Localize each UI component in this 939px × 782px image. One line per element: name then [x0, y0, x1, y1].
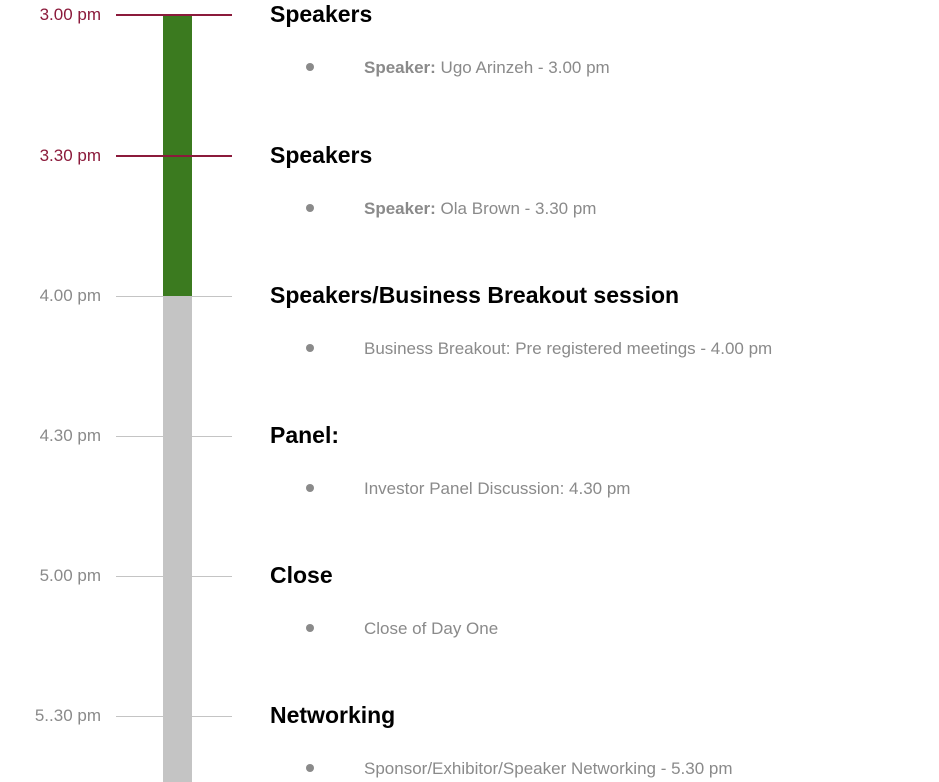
- time-tick: [116, 576, 232, 577]
- time-label: 4.30 pm: [39, 426, 101, 445]
- session-title: Speakers/Business Breakout session: [270, 282, 680, 308]
- bullet-icon: [306, 483, 314, 492]
- session-item: Business Breakout: Pre registered meetin…: [306, 338, 772, 360]
- session-item-text: Ugo Arinzeh - 3.00 pm: [435, 58, 610, 77]
- time-tick: [116, 296, 232, 297]
- session-item-text: Close of Day One: [364, 619, 499, 638]
- session-item-text: Investor Panel Discussion: 4.30 pm: [364, 479, 631, 498]
- timeline-track: [163, 296, 192, 782]
- time-label: 3.00 pm: [39, 5, 101, 24]
- bullet-icon: [306, 62, 314, 71]
- session-item-text: Business Breakout: Pre registered meetin…: [364, 339, 773, 358]
- session-item-prefix: Speaker:: [364, 58, 436, 77]
- session-item: Speaker: Ugo Arinzeh - 3.00 pm: [306, 57, 610, 79]
- time-label: 5..30 pm: [34, 706, 101, 725]
- session-item: Sponsor/Exhibitor/Speaker Networking - 5…: [306, 758, 733, 780]
- session-item: Speaker: Ola Brown - 3.30 pm: [306, 198, 596, 220]
- time-tick: [116, 155, 232, 157]
- session-item-prefix: Speaker:: [364, 199, 436, 218]
- agenda-timeline: 3.00 pm Speakers Speaker: Ugo Arinzeh - …: [0, 0, 939, 782]
- time-label: 4.00 pm: [39, 286, 101, 305]
- session-item-text: Sponsor/Exhibitor/Speaker Networking - 5…: [364, 759, 733, 778]
- session-item: Close of Day One: [306, 618, 498, 640]
- time-tick: [116, 14, 232, 16]
- bullet-icon: [306, 343, 314, 352]
- time-tick: [116, 436, 232, 437]
- bullet-icon: [306, 623, 314, 632]
- bullet-icon: [306, 763, 314, 772]
- session-title: Speakers: [270, 142, 373, 168]
- session-title: Close: [270, 562, 333, 588]
- session-title: Speakers: [270, 1, 373, 27]
- bullet-icon: [306, 203, 314, 212]
- session-title: Networking: [270, 702, 396, 728]
- session-item: Investor Panel Discussion: 4.30 pm: [306, 478, 630, 500]
- time-tick: [116, 716, 232, 717]
- session-title: Panel:: [270, 422, 340, 448]
- time-label: 3.30 pm: [39, 146, 101, 165]
- time-label: 5.00 pm: [39, 566, 101, 585]
- session-item-text: Ola Brown - 3.30 pm: [435, 199, 597, 218]
